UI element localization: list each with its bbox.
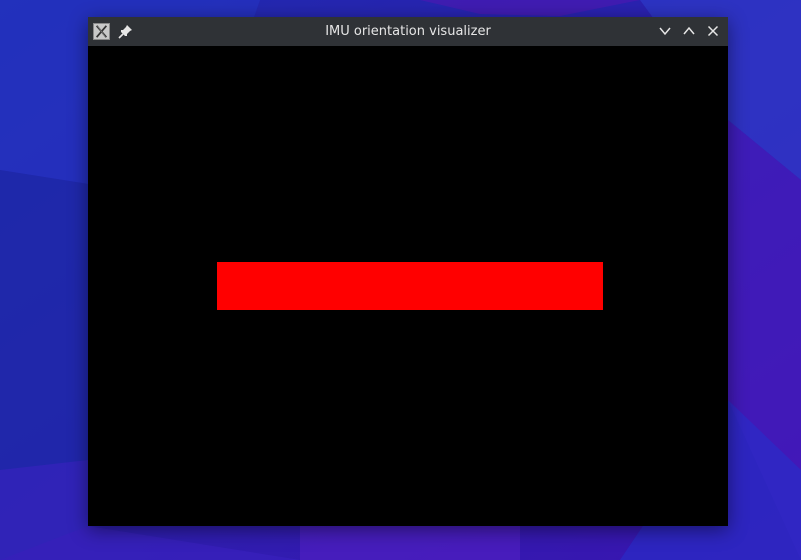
window-title: IMU orientation visualizer: [325, 24, 491, 39]
app-window: IMU orientation visualizer: [88, 17, 728, 526]
titlebar[interactable]: IMU orientation visualizer: [88, 17, 728, 46]
orientation-indicator-bar: [217, 262, 603, 310]
visualizer-canvas: [88, 46, 728, 526]
maximize-icon[interactable]: [681, 23, 697, 39]
close-icon[interactable]: [705, 23, 721, 39]
desktop: IMU orientation visualizer: [0, 0, 801, 560]
pin-icon[interactable]: [118, 24, 133, 39]
minimize-icon[interactable]: [657, 23, 673, 39]
x-window-icon[interactable]: [93, 23, 110, 40]
